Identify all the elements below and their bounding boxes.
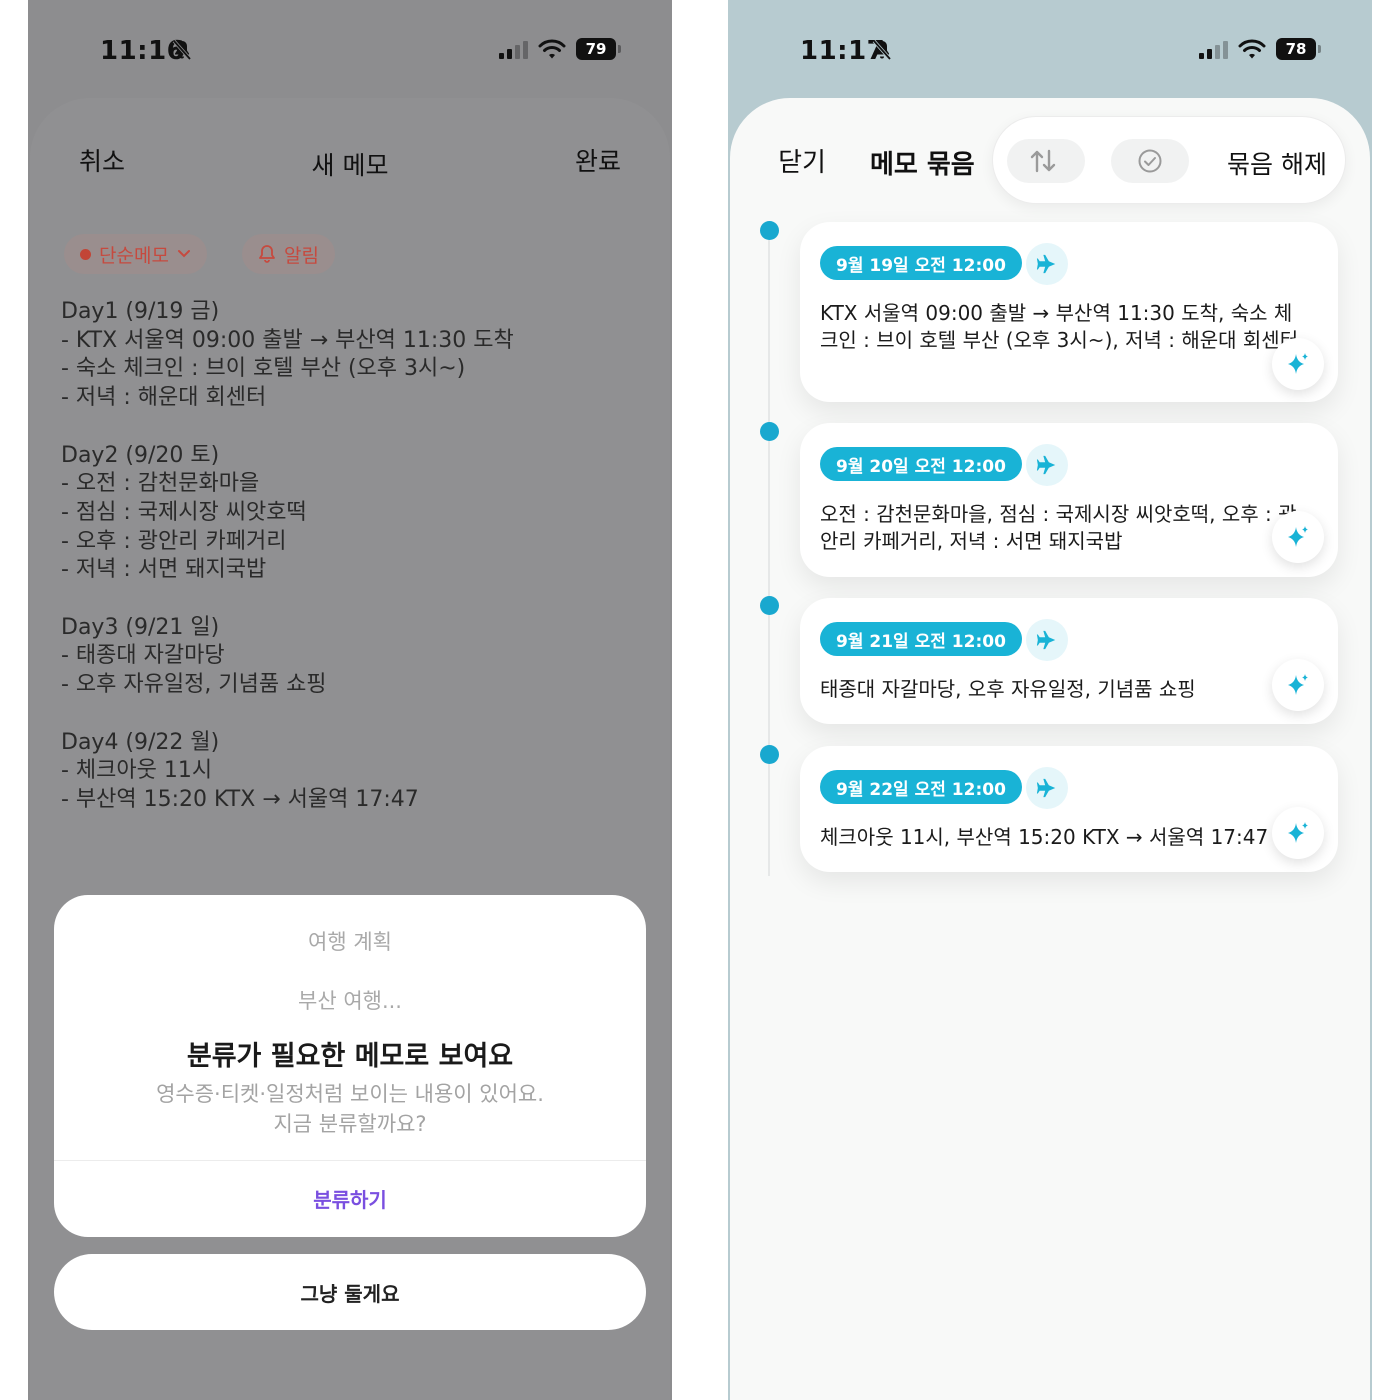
alert-title: 분류가 필요한 메모로 보여요 <box>186 1041 514 1072</box>
airplane-icon <box>1026 444 1068 486</box>
classify-button[interactable]: 분류하기 <box>54 1160 646 1236</box>
bell-slash-icon <box>872 39 892 61</box>
airplane-icon <box>1026 619 1068 661</box>
signal-icon <box>499 39 528 59</box>
status-bar: 11:17 78 <box>728 0 1372 100</box>
alarm-label: 알림 <box>284 244 319 267</box>
timeline-card[interactable]: 9월 22일 오전 12:00 체크아웃 11시, 부산역 15:20 KTX … <box>800 746 1338 872</box>
card-text: 태종대 자갈마당, 오후 자유일정, 기념품 쇼핑 <box>820 677 1196 701</box>
card-text: KTX 서울역 09:00 출발 → 부산역 11:30 도착, 숙소 체크인 … <box>820 301 1299 352</box>
status-bar: 11:16 79 <box>28 0 672 100</box>
timeline-dot <box>760 745 779 764</box>
date-badge: 9월 19일 오전 12:00 <box>820 246 1022 280</box>
bundle-toolbar: 묶음 해제 <box>992 116 1346 204</box>
page-title: 메모 묶음 <box>870 150 975 180</box>
memo-bundle-screen: 11:17 78 닫기 메모 묶음 묶음 해제 9월 19일 오전 12:00 … <box>728 0 1372 1400</box>
status-icons: 78 <box>1199 38 1321 60</box>
card-text: 체크아웃 11시, 부산역 15:20 KTX → 서울역 17:47 <box>820 825 1269 849</box>
done-button[interactable]: 완료 <box>549 116 647 204</box>
timeline-dot <box>760 221 779 240</box>
ai-sparkle-button[interactable] <box>1272 807 1324 859</box>
wifi-icon <box>1238 39 1266 59</box>
check-circle-icon <box>1138 149 1162 173</box>
memo-text-editor[interactable]: Day1 (9/19 금) - KTX 서울역 09:00 출발 → 부산역 1… <box>61 298 621 815</box>
timeline-line <box>768 230 770 876</box>
airplane-icon <box>1026 243 1068 285</box>
new-memo-screen: 11:16 79 취소 새 메모 완료 단순메모 알림 Day1 (9/19 금… <box>28 0 672 1400</box>
card-text: 오전 : 감천문화마을, 점심 : 국제시장 씨앗호떡, 오후 : 광안리 카페… <box>820 502 1297 553</box>
chevron-down-icon <box>177 250 190 258</box>
alarm-button[interactable]: 알림 <box>242 234 335 274</box>
wifi-icon <box>538 39 566 59</box>
date-badge: 9월 20일 오전 12:00 <box>820 447 1022 481</box>
sort-icon <box>1030 149 1056 173</box>
timeline-dot <box>760 422 779 441</box>
ai-sparkle-button[interactable] <box>1272 338 1324 390</box>
alert-preview: 부산 여행... <box>298 989 402 1013</box>
keep-as-is-button[interactable]: 그냥 둘게요 <box>54 1254 646 1330</box>
memo-type-label: 단순메모 <box>99 244 169 267</box>
ai-sparkle-button[interactable] <box>1272 511 1324 563</box>
timeline-card[interactable]: 9월 19일 오전 12:00 KTX 서울역 09:00 출발 → 부산역 1… <box>800 222 1338 402</box>
battery-icon: 78 <box>1276 38 1321 60</box>
signal-icon <box>1199 39 1228 59</box>
ungroup-button[interactable]: 묶음 해제 <box>1227 145 1327 181</box>
ai-sparkle-button[interactable] <box>1272 659 1324 711</box>
sparkle-icon <box>1288 526 1308 547</box>
timeline-card[interactable]: 9월 20일 오전 12:00 오전 : 감천문화마을, 점심 : 국제시장 씨… <box>800 423 1338 577</box>
timeline-card[interactable]: 9월 21일 오전 12:00 태종대 자갈마당, 오후 자유일정, 기념품 쇼… <box>800 598 1338 724</box>
memo-type-dropdown[interactable]: 단순메모 <box>64 234 207 274</box>
sparkle-icon <box>1288 353 1308 374</box>
sparkle-icon <box>1288 822 1308 843</box>
close-button[interactable]: 닫기 <box>752 116 852 204</box>
type-dot <box>80 248 91 260</box>
bell-slash-icon <box>172 39 192 61</box>
battery-icon: 79 <box>576 38 621 60</box>
bell-icon <box>259 245 275 263</box>
alert-category: 여행 계획 <box>308 930 392 954</box>
timeline-dot <box>760 596 779 615</box>
sparkle-icon <box>1288 674 1308 695</box>
sort-button[interactable] <box>1007 139 1085 183</box>
airplane-icon <box>1026 767 1068 809</box>
date-badge: 9월 21일 오전 12:00 <box>820 622 1022 656</box>
select-button[interactable] <box>1111 139 1189 183</box>
date-badge: 9월 22일 오전 12:00 <box>820 770 1022 804</box>
alert-message: 영수증·티켓·일정처럼 보이는 내용이 있어요. 지금 분류할까요? <box>156 1082 544 1136</box>
status-icons: 79 <box>499 38 621 60</box>
